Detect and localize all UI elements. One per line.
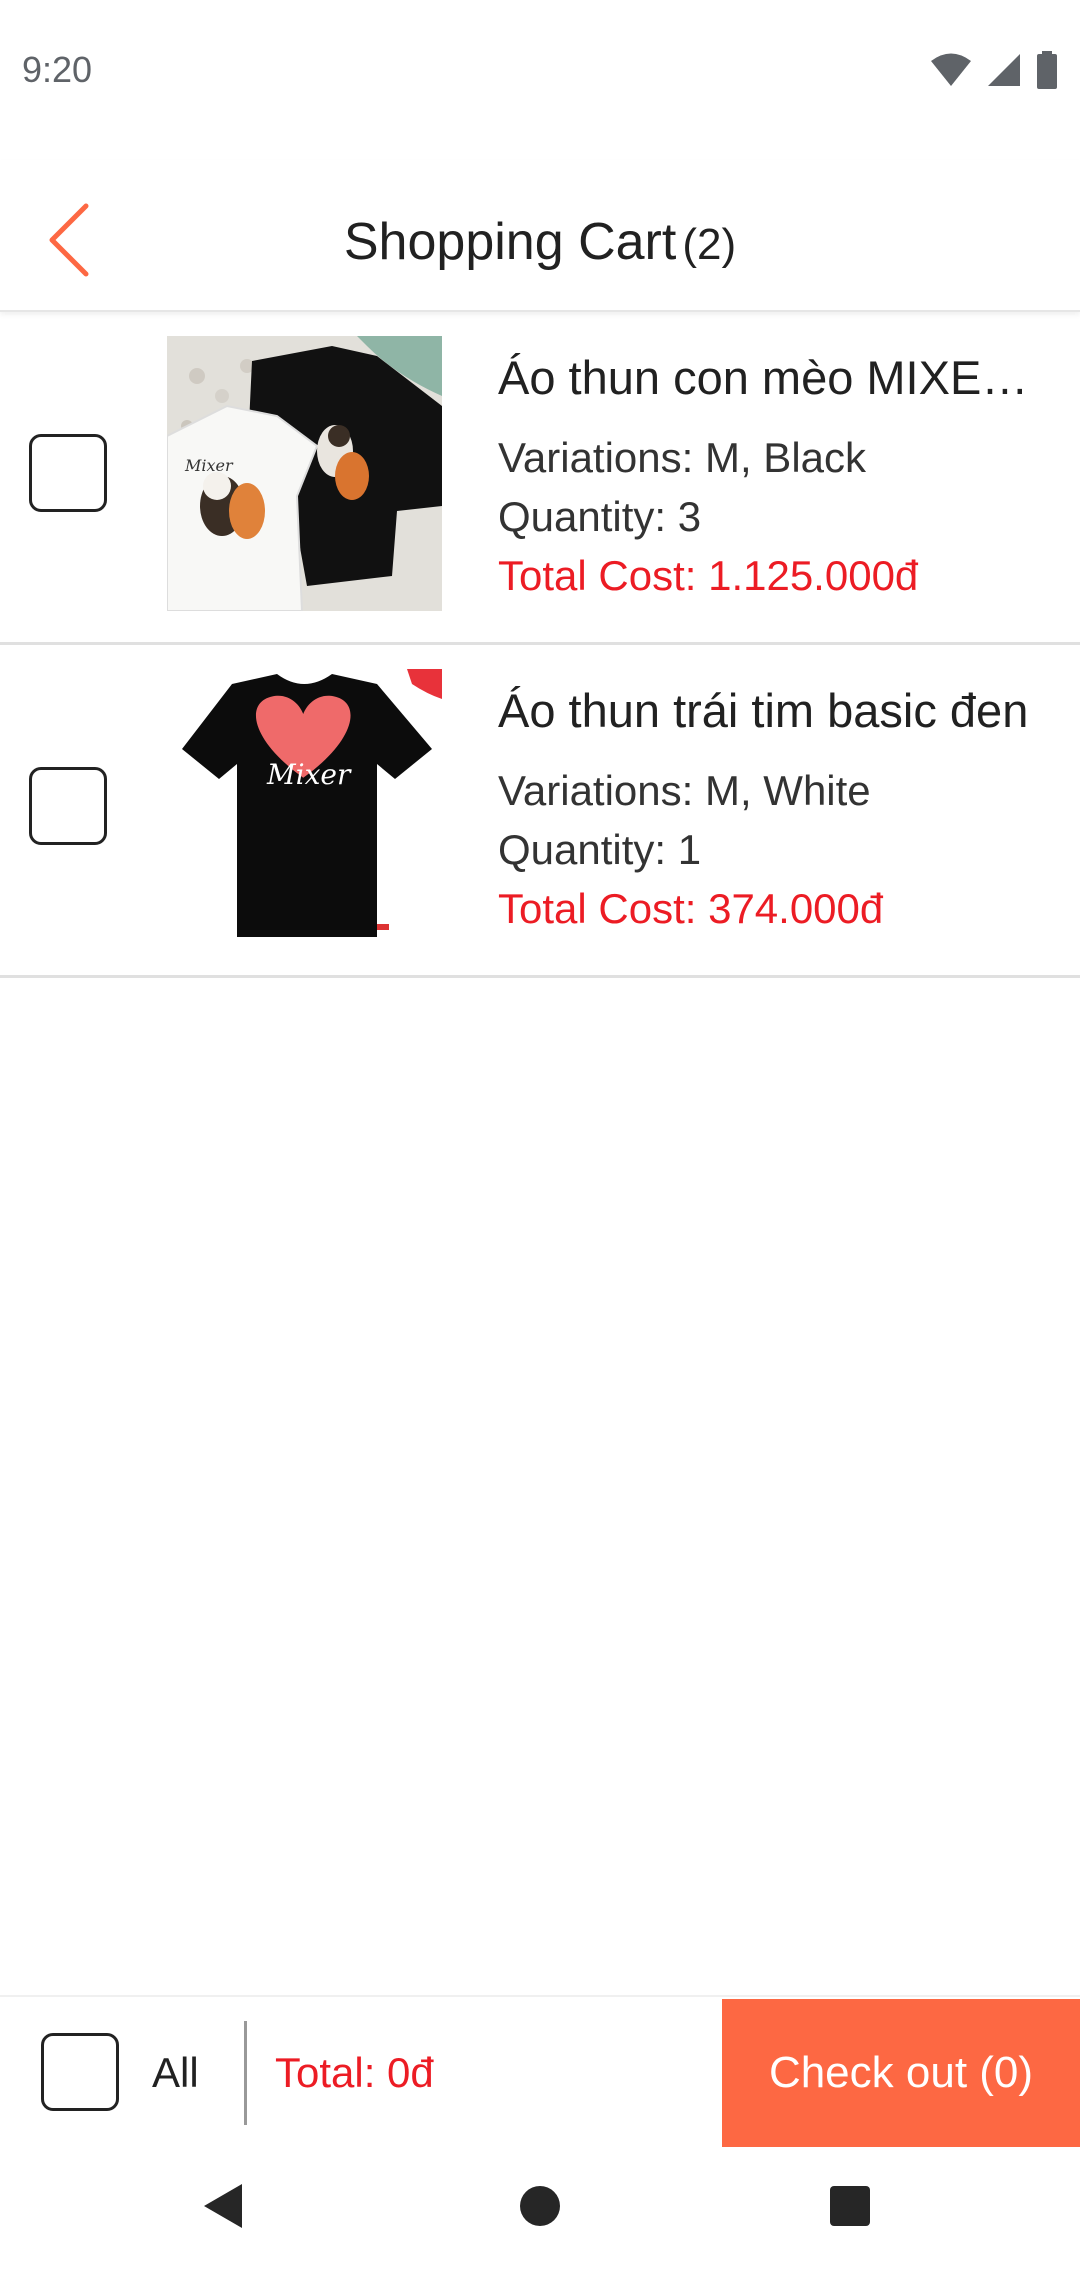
cart-item[interactable]: Mixer Áo thun con mèo MIXER trắng đen Va… (0, 312, 1080, 645)
nav-recents-icon[interactable] (828, 2180, 872, 2232)
item-checkbox[interactable] (29, 767, 107, 845)
system-nav-bar (0, 2150, 1080, 2280)
battery-icon (1037, 51, 1057, 89)
select-all-label[interactable]: All (152, 2049, 199, 2097)
item-checkbox[interactable] (29, 434, 107, 512)
nav-home-icon[interactable] (518, 2180, 562, 2232)
product-total-cost: Total Cost: 1.125.000đ (498, 552, 919, 599)
product-name[interactable]: Áo thun trái tim basic đen (498, 683, 1043, 738)
product-quantity: Quantity: 3 (498, 493, 702, 540)
checkout-button[interactable]: Check out (0) (722, 1999, 1080, 2147)
page-title-text: Shopping Cart (343, 213, 677, 271)
divider (244, 2021, 247, 2125)
tee-logo-text: Mixer (266, 758, 352, 791)
cart-item[interactable]: Mixer Áo thun trái tim basic đen Variati… (0, 645, 1080, 978)
select-all-checkbox[interactable] (41, 2033, 119, 2111)
cart-total: Total: 0đ (275, 2049, 434, 2096)
cellular-signal-icon (988, 54, 1020, 86)
product-photo-cat-tees: Mixer (167, 336, 442, 611)
product-name[interactable]: Áo thun con mèo MIXER trắng đen (498, 350, 1043, 405)
app-header: Shopping Cart (2) (0, 160, 1080, 312)
product-variations: Variations: M, White (498, 767, 871, 814)
product-total-cost: Total Cost: 374.000đ (498, 885, 884, 932)
checkout-bar: All Total: 0đ Check out (0) (0, 1995, 1080, 2149)
product-image[interactable]: Mixer (167, 336, 442, 611)
product-image[interactable]: Mixer (167, 669, 442, 944)
status-bar: 9:20 (0, 0, 1080, 140)
cart-count: (2) (682, 220, 737, 269)
product-quantity: Quantity: 1 (498, 826, 702, 873)
product-photo-heart-tee: Mixer (167, 669, 442, 944)
status-time: 9:20 (22, 49, 93, 90)
svg-text:Mixer: Mixer (184, 456, 234, 475)
page-title: Shopping Cart (2) (0, 212, 1080, 272)
nav-back-icon[interactable] (200, 2180, 246, 2232)
product-variations: Variations: M, Black (498, 434, 867, 481)
status-icons (930, 51, 1058, 89)
wifi-icon (931, 53, 971, 86)
